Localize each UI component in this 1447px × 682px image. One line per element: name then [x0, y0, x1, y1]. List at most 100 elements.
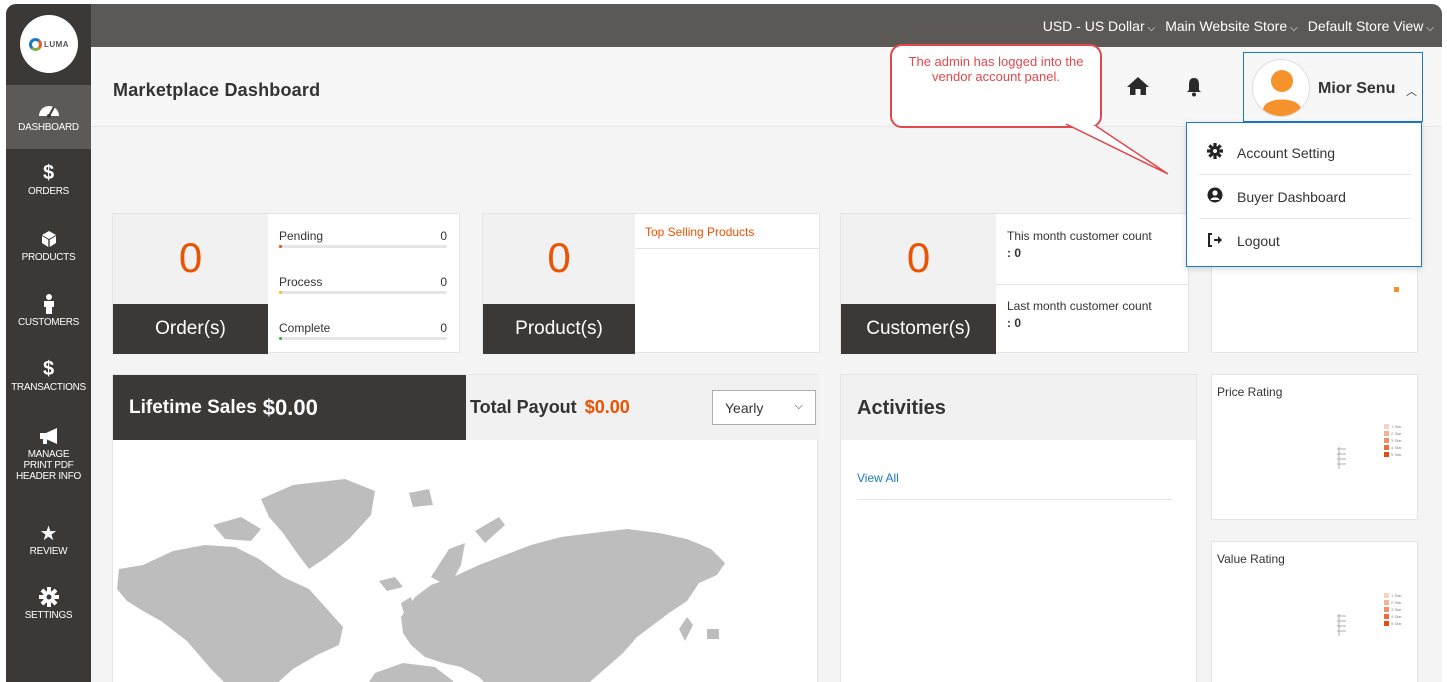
- map-region-novaya-zemlya: [475, 517, 505, 543]
- sidebar-item-orders[interactable]: $ ORDERS: [6, 162, 91, 212]
- order-stat-complete: Complete 0: [279, 321, 447, 340]
- orders-card: 0 Order(s) Pending 0 Process 0 Complete …: [112, 213, 460, 354]
- star-icon: ★: [39, 522, 58, 545]
- sidebar-item-settings[interactable]: SETTINGS: [6, 586, 91, 636]
- user-menu-toggle[interactable]: Mior Senu ︿: [1243, 52, 1423, 122]
- customers-summary[interactable]: 0 Customer(s): [841, 214, 996, 354]
- orders-summary[interactable]: 0 Order(s): [113, 214, 268, 354]
- sidebar-item-customers[interactable]: CUSTOMERS: [6, 293, 91, 343]
- avatar: [1252, 59, 1310, 117]
- sidebar-item-label: REVIEW: [29, 546, 68, 557]
- order-stat-process: Process 0: [279, 275, 447, 294]
- luma-logo[interactable]: LUMA: [20, 15, 78, 73]
- legend-item: 5 Star: [1384, 620, 1402, 627]
- lifetime-sales-value: $0.00: [262, 394, 318, 420]
- value-rating-card: Value Rating 1 Star 2 Star 3 Star 4 Star…: [1211, 541, 1418, 682]
- divider: [996, 284, 1188, 285]
- dollar-icon: $: [42, 357, 55, 380]
- sidebar: LUMA DASHBOARD $ ORDERS PRODUCTS CUSTOME…: [6, 4, 91, 682]
- home-icon[interactable]: [1126, 76, 1150, 101]
- legend-item: 1 Star: [1384, 592, 1402, 599]
- app-frame: LUMA DASHBOARD $ ORDERS PRODUCTS CUSTOME…: [6, 4, 1442, 682]
- website-switcher[interactable]: Main Website Store ⌵: [1165, 18, 1298, 34]
- activities-panel: Activities View All: [840, 374, 1197, 682]
- order-stat-pending: Pending 0: [279, 229, 447, 248]
- map-region-island: [707, 629, 719, 639]
- legend-item: 2 Star: [1384, 599, 1402, 606]
- sidebar-item-transactions[interactable]: $ TRANSACTIONS: [6, 358, 91, 408]
- products-summary[interactable]: 0 Product(s): [483, 214, 635, 354]
- user-name: Mior Senu: [1318, 80, 1396, 97]
- sales-panel: Lifetime Sales $0.00 Total Payout $0.00 …: [112, 374, 819, 682]
- user-circle-icon: [1207, 187, 1223, 206]
- sidebar-item-label: SETTINGS: [24, 610, 73, 621]
- menu-item-account-setting[interactable]: Account Setting: [1199, 131, 1411, 175]
- map-region-arctic-islands: [213, 517, 261, 541]
- sidebar-item-label: MANAGE PRINT PDF HEADER INFO: [15, 449, 82, 482]
- products-label: Product(s): [483, 304, 635, 354]
- this-month-customer-count: This month customer count : 0: [1007, 229, 1152, 260]
- chevron-down-icon: ⌵: [1426, 22, 1434, 34]
- map-region-svalbard: [409, 489, 433, 507]
- cube-icon: [41, 228, 57, 250]
- speedometer-icon: [37, 98, 61, 120]
- progress-bar: [279, 245, 447, 248]
- legend-item: 2 Star: [1384, 430, 1402, 437]
- world-sales-map[interactable]: [113, 441, 817, 682]
- sidebar-item-manage-print-pdf[interactable]: MANAGE PRINT PDF HEADER INFO: [6, 425, 91, 497]
- total-payout-value: $0.00: [584, 397, 630, 417]
- progress-bar: [279, 291, 447, 294]
- legend-item: 3 Star: [1384, 606, 1402, 613]
- logout-icon: [1207, 232, 1223, 251]
- top-selling-products-link[interactable]: Top Selling Products: [635, 214, 820, 249]
- dollar-icon: $: [42, 161, 55, 184]
- page-title: Marketplace Dashboard: [113, 80, 321, 100]
- chevron-down-icon: ⌵: [1290, 22, 1298, 34]
- sidebar-item-label: PRODUCTS: [21, 252, 76, 263]
- bell-icon[interactable]: [1186, 77, 1202, 102]
- currency-switcher[interactable]: USD - US Dollar ⌵: [1043, 18, 1156, 34]
- customers-count: 0: [906, 234, 931, 281]
- legend-item: 5 Star: [1384, 451, 1402, 458]
- rating-chart-axis: [1337, 614, 1346, 636]
- sidebar-item-label: ORDERS: [28, 186, 69, 197]
- value-rating-title: Value Rating: [1217, 552, 1285, 566]
- menu-item-logout[interactable]: Logout: [1199, 219, 1411, 263]
- menu-item-label: Logout: [1237, 233, 1280, 249]
- customers-card: 0 Customer(s) This month customer count …: [840, 213, 1189, 354]
- last-month-customer-count: Last month customer count : 0: [1007, 299, 1152, 330]
- chevron-up-icon: ︿: [1406, 86, 1417, 98]
- sidebar-item-products[interactable]: PRODUCTS: [6, 228, 91, 278]
- map-region-greenland: [261, 479, 375, 569]
- price-rating-title: Price Rating: [1217, 385, 1283, 399]
- lifetime-sales-header: Lifetime Sales $0.00: [113, 375, 466, 440]
- chevron-down-icon: ⌵: [1147, 22, 1156, 34]
- menu-item-buyer-dashboard[interactable]: Buyer Dashboard: [1199, 175, 1411, 219]
- lifetime-sales-label: Lifetime Sales: [129, 396, 257, 418]
- person-icon: [43, 293, 55, 315]
- activities-title: Activities: [841, 375, 1196, 440]
- menu-item-label: Account Setting: [1237, 144, 1336, 161]
- user-dropdown-menu: Account Setting Buyer Dashboard Logout: [1186, 122, 1422, 267]
- callout-pointer: [1066, 123, 1169, 175]
- legend-item: 1 Star: [1384, 423, 1402, 430]
- legend-item: 4 Star: [1384, 613, 1402, 620]
- legend-item: 4 Star: [1384, 444, 1402, 451]
- gear-icon: [1207, 143, 1223, 162]
- period-select[interactable]: Yearly ⌵: [712, 390, 816, 425]
- customers-label: Customer(s): [841, 304, 996, 354]
- sidebar-item-review[interactable]: ★ REVIEW: [6, 522, 91, 572]
- chevron-down-icon: ⌵: [794, 400, 803, 412]
- sidebar-item-dashboard[interactable]: DASHBOARD: [6, 85, 91, 149]
- store-switcher-bar: USD - US Dollar ⌵ Main Website Store ⌵ Def…: [91, 4, 1442, 47]
- legend-swatch: [1394, 287, 1399, 292]
- map-region-japan: [679, 617, 693, 641]
- view-all-link[interactable]: View All: [857, 471, 899, 485]
- page-header: Marketplace Dashboard Mior Senu ︿: [91, 47, 1442, 127]
- annotation-callout: The admin has logged into the vendor acc…: [890, 44, 1102, 128]
- orders-count: 0: [178, 234, 203, 281]
- legend-item: 3 Star: [1384, 437, 1402, 444]
- store-view-switcher[interactable]: Default Store View ⌵: [1308, 18, 1434, 34]
- map-region-iceland: [379, 577, 403, 591]
- sidebar-item-label: DASHBOARD: [18, 122, 79, 133]
